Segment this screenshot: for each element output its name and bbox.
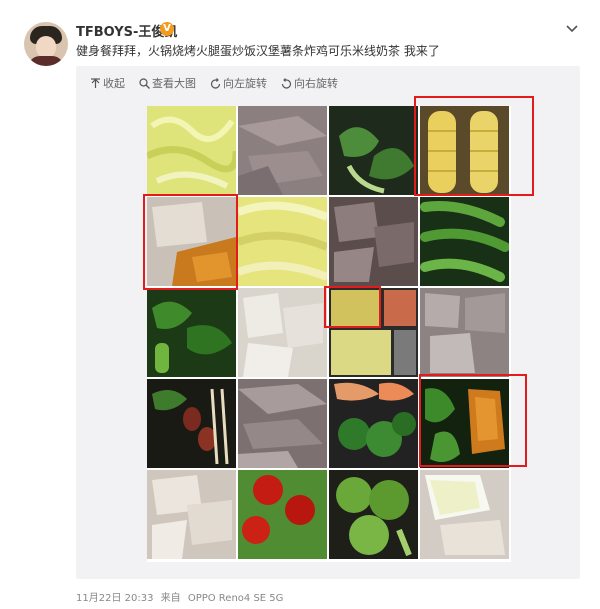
- highlight-box-pumpkin: [143, 194, 238, 290]
- highlight-box-corn: [414, 96, 534, 196]
- rotate-left-button[interactable]: 向左旋转: [210, 75, 267, 91]
- source-label: 来自: [160, 593, 181, 604]
- source-device[interactable]: OPPO Reno4 SE 5G: [188, 593, 284, 604]
- highlight-box-greens-pumpkin: [419, 374, 527, 467]
- verified-badge-icon: V: [160, 22, 174, 36]
- photo-spinach: [147, 288, 236, 377]
- rotate-right-button[interactable]: 向右旋转: [281, 75, 338, 91]
- rotate-right-icon: [281, 77, 292, 89]
- photo-tomato-salad: [238, 470, 327, 559]
- photo-steamed-fish: [420, 470, 509, 559]
- magnifier-icon: [139, 77, 150, 89]
- photo-cabbage: [147, 106, 236, 195]
- image-toolbar: 收起 查看大图 向左旋转 向右旋转: [90, 75, 338, 91]
- rotate-left-label: 向左旋转: [223, 77, 267, 90]
- photo-greens: [329, 106, 418, 195]
- timestamp[interactable]: 11月22日 20:33: [76, 593, 153, 604]
- view-large-button[interactable]: 查看大图: [139, 75, 196, 91]
- chevron-down-icon[interactable]: [565, 22, 579, 36]
- photo-sliced-pork: [238, 379, 327, 468]
- photo-shrimp-broccoli: [329, 379, 418, 468]
- weibo-post: TFBOYS-王俊凯 V 健身餐拜拜，火锅烧烤火腿蛋炒饭汉堡薯条炸鸡可乐米线奶茶…: [0, 0, 600, 609]
- photo-meat-cubes: [420, 288, 509, 377]
- collapse-arrow-icon: [91, 77, 100, 88]
- avatar[interactable]: [24, 22, 68, 66]
- highlight-box-bento: [324, 286, 381, 328]
- photo-dates-greens: [147, 379, 236, 468]
- rotate-left-icon: [210, 77, 221, 89]
- post-footer: 11月22日 20:33 来自 OPPO Reno4 SE 5G: [76, 589, 283, 604]
- rotate-right-label: 向右旋转: [294, 77, 338, 90]
- photo-cabbage-2: [238, 197, 327, 286]
- photo-braised-meat: [329, 197, 418, 286]
- photo-shredded-chicken: [147, 470, 236, 559]
- photo-snow-peas: [420, 197, 509, 286]
- collapse-label: 收起: [103, 77, 125, 90]
- post-text: 健身餐拜拜，火锅烧烤火腿蛋炒饭汉堡薯条炸鸡可乐米线奶茶 我来了: [76, 44, 440, 58]
- photo-broccoli: [329, 470, 418, 559]
- meal-photo-grid[interactable]: [143, 96, 534, 562]
- view-large-label: 查看大图: [152, 77, 196, 90]
- collapse-button[interactable]: 收起: [90, 75, 125, 91]
- photo-sliced-meat: [238, 106, 327, 195]
- photo-chicken-breast: [238, 288, 327, 377]
